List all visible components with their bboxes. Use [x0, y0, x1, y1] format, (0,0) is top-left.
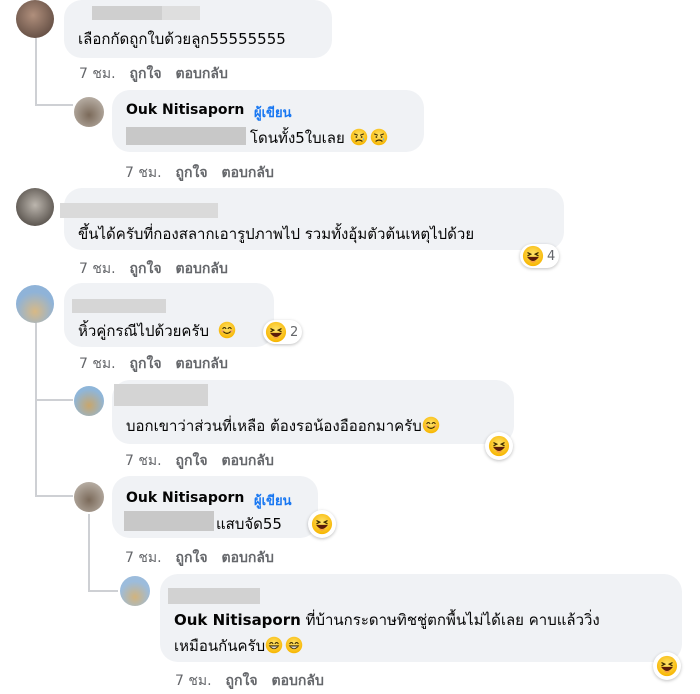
comment-text-content: ที่บ้านกระดาษทิชชู่ตกพื้นไม่ได้เลย คาบแล… — [305, 611, 600, 629]
thread-line — [88, 514, 90, 592]
author-avatar[interactable] — [74, 97, 104, 127]
thread-line — [35, 322, 37, 497]
grinning-emoji-icon — [265, 636, 283, 654]
comment-text-line2: เหมือนกันครับ — [174, 634, 303, 658]
redacted-name — [60, 203, 218, 218]
comment-text: โดนทั้ง5ใบเลย — [250, 126, 388, 150]
comment-text: หิ้วคู่กรณีไปด้วยครับ — [78, 319, 236, 343]
reaction-summary[interactable] — [485, 432, 513, 460]
comment-actions: 7 ชม. ถูกใจ ตอบกลับ — [125, 162, 274, 184]
redacted-mention — [126, 127, 246, 145]
reaction-summary[interactable] — [308, 510, 336, 538]
comment-timestamp[interactable]: 7 ชม. — [79, 63, 116, 85]
like-button[interactable]: ถูกใจ — [130, 258, 162, 280]
reaction-summary[interactable] — [653, 652, 681, 680]
comment-actions: 7 ชม. ถูกใจ ตอบกลับ — [125, 450, 274, 472]
comment-actions: 7 ชม. ถูกใจ ตอบกลับ — [79, 63, 228, 85]
like-button[interactable]: ถูกใจ — [130, 63, 162, 85]
comment-text: Ouk Nitisaporn ที่บ้านกระดาษทิชชู่ตกพื้น… — [174, 608, 600, 632]
avatar[interactable] — [120, 576, 150, 606]
laughing-emoji-icon — [265, 321, 287, 343]
reply-button[interactable]: ตอบกลับ — [176, 258, 228, 280]
laughing-emoji-icon — [656, 655, 678, 677]
thread-line — [35, 104, 73, 106]
redacted-mention — [124, 511, 214, 531]
comment-timestamp[interactable]: 7 ชม. — [79, 258, 116, 280]
reaction-summary[interactable]: 4 — [520, 244, 560, 268]
laughing-emoji-icon — [311, 513, 333, 535]
smiling-emoji-icon — [218, 321, 236, 339]
comment-timestamp[interactable]: 7 ชม. — [125, 547, 162, 569]
comment-actions: 7 ชม. ถูกใจ ตอบกลับ — [175, 670, 324, 692]
redacted-name — [92, 6, 162, 20]
reply-button[interactable]: ตอบกลับ — [222, 450, 274, 472]
avatar[interactable] — [16, 285, 54, 323]
reply-button[interactable]: ตอบกลับ — [176, 353, 228, 375]
sad-emoji-icon — [350, 128, 368, 146]
like-button[interactable]: ถูกใจ — [130, 353, 162, 375]
avatar[interactable] — [16, 0, 54, 38]
redacted-name — [168, 588, 260, 604]
thread-line — [35, 495, 73, 497]
reaction-count: 2 — [290, 324, 299, 340]
comment-timestamp[interactable]: 7 ชม. — [125, 450, 162, 472]
reply-button[interactable]: ตอบกลับ — [222, 547, 274, 569]
thread-line — [35, 36, 37, 106]
reply-button[interactable]: ตอบกลับ — [222, 162, 274, 184]
grinning-emoji-icon — [285, 636, 303, 654]
redacted-name — [162, 6, 200, 20]
commenter-name[interactable]: Ouk Nitisaporn — [126, 102, 244, 118]
comment-text: เลือกกัดถูกใบด้วยลูก55555555 — [78, 30, 286, 48]
comment-actions: 7 ชม. ถูกใจ ตอบกลับ — [125, 547, 274, 569]
author-avatar[interactable] — [74, 482, 104, 512]
comment-timestamp[interactable]: 7 ชม. — [79, 353, 116, 375]
redacted-name — [72, 299, 166, 313]
comment-text: ขึ้นได้ครับที่กองสลากเอารูปภาพไป รวมทั้ง… — [78, 225, 475, 243]
reply-button[interactable]: ตอบกลับ — [272, 670, 324, 692]
mention-tag[interactable]: Ouk Nitisaporn — [174, 611, 301, 629]
comment-text: แสบจัด55 — [216, 515, 282, 533]
thread-line — [35, 399, 73, 401]
like-button[interactable]: ถูกใจ — [176, 450, 208, 472]
comment-text: บอกเขาว่าส่วนที่เหลือ ต้องรอน้องอืออกมาค… — [126, 414, 440, 438]
comment-timestamp[interactable]: 7 ชม. — [125, 162, 162, 184]
comment-text-content: เหมือนกันครับ — [174, 637, 266, 655]
redacted-name — [114, 384, 208, 406]
comment-actions: 7 ชม. ถูกใจ ตอบกลับ — [79, 258, 228, 280]
reply-button[interactable]: ตอบกลับ — [176, 63, 228, 85]
like-button[interactable]: ถูกใจ — [226, 670, 258, 692]
reaction-count: 4 — [547, 248, 556, 264]
avatar[interactable] — [74, 386, 104, 416]
comment-text-content: หิ้วคู่กรณีไปด้วยครับ — [78, 322, 210, 340]
author-badge: ผู้เขียน — [254, 106, 292, 121]
commenter-name[interactable]: Ouk Nitisaporn — [126, 490, 244, 506]
comment-text-content: บอกเขาว่าส่วนที่เหลือ ต้องรอน้องอืออกมาค… — [126, 417, 422, 435]
thread-line — [88, 590, 118, 592]
laughing-emoji-icon — [488, 435, 510, 457]
like-button[interactable]: ถูกใจ — [176, 547, 208, 569]
comment-text-content: โดนทั้ง5ใบเลย — [250, 129, 345, 147]
smiling-emoji-icon — [422, 416, 440, 434]
comment-timestamp[interactable]: 7 ชม. — [175, 670, 212, 692]
sad-emoji-icon — [370, 128, 388, 146]
laughing-emoji-icon — [522, 245, 544, 267]
comment-actions: 7 ชม. ถูกใจ ตอบกลับ — [79, 353, 228, 375]
avatar[interactable] — [16, 188, 54, 226]
author-badge: ผู้เขียน — [254, 494, 292, 509]
reaction-summary[interactable]: 2 — [263, 320, 303, 344]
like-button[interactable]: ถูกใจ — [176, 162, 208, 184]
